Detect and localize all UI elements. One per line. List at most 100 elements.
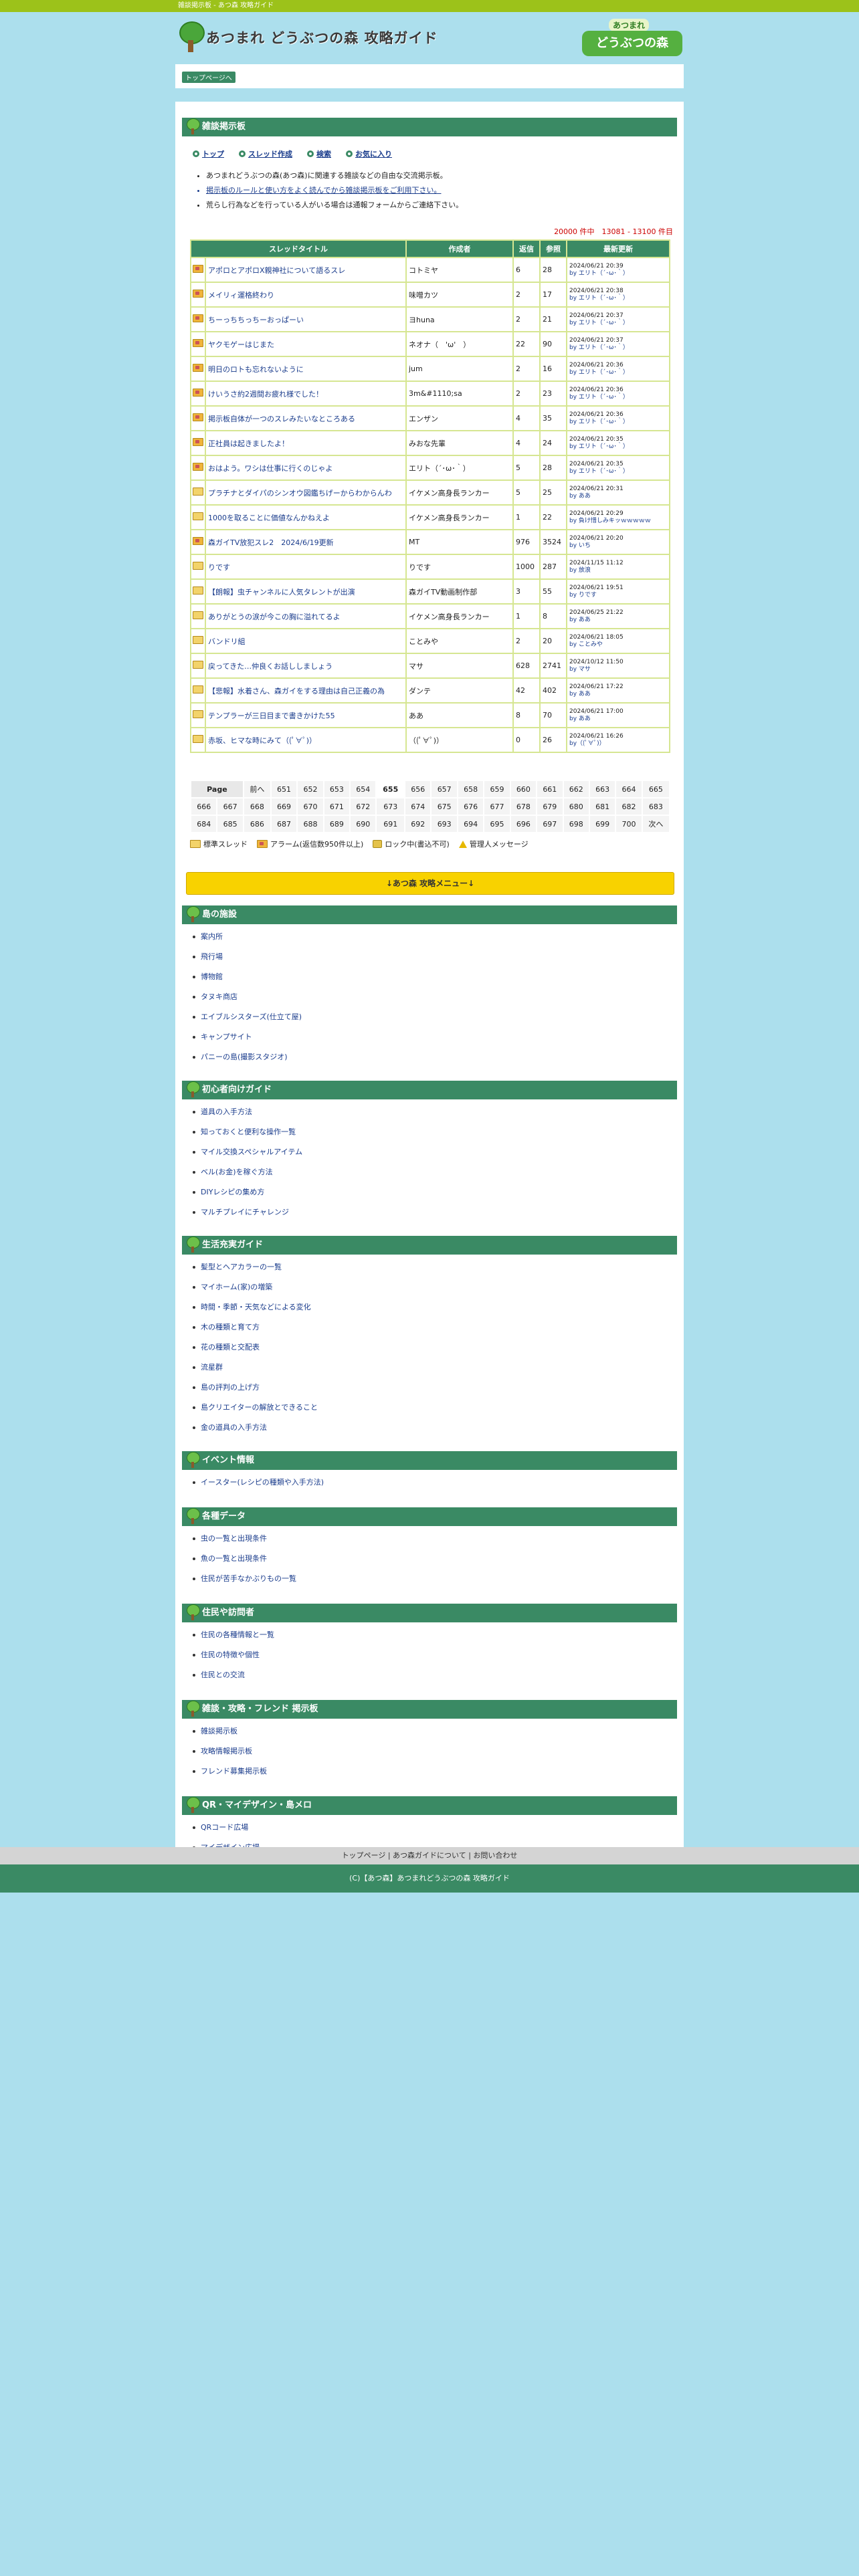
nav-search[interactable]: 検索 (307, 148, 331, 159)
nav-top[interactable]: トップ (193, 148, 224, 159)
page-link[interactable]: 675 (432, 798, 457, 815)
thread-title-link[interactable]: 戻ってきた…仲良くお話ししましょう (208, 662, 332, 671)
page-link[interactable]: 698 (563, 816, 589, 832)
page-link[interactable]: 699 (589, 816, 615, 832)
last-update-by[interactable]: by エリト（´･ω･｀） (569, 419, 667, 426)
menu-link[interactable]: キャンプサイト (201, 1033, 252, 1041)
menu-link[interactable]: 攻略情報掲示板 (201, 1747, 252, 1755)
page-link[interactable]: 670 (298, 798, 323, 815)
page-link[interactable]: 664 (616, 781, 642, 797)
thread-title-link[interactable]: おはよう。ワシは仕事に行くのじゃよ (208, 464, 332, 473)
last-update-by[interactable]: by マサ (569, 666, 667, 673)
last-update-by[interactable]: by エリト（´･ω･｀） (569, 394, 667, 401)
thread-title-link[interactable]: プラチナとダイパのシンオウ図鑑ちげーからわからんわ (208, 489, 392, 498)
page-link[interactable]: 674 (405, 798, 431, 815)
thread-title-link[interactable]: ありがとうの涙が今この胸に溢れてるよ (208, 613, 341, 621)
page-link[interactable]: 673 (377, 798, 405, 815)
page-link[interactable]: 660 (510, 781, 537, 797)
page-link[interactable]: 662 (563, 781, 589, 797)
menu-link[interactable]: ベル(お金)を稼ぐ方法 (201, 1168, 273, 1176)
menu-link[interactable]: 髪型とヘアカラーの一覧 (201, 1263, 282, 1271)
last-update-by[interactable]: by エリト（´･ω･｀） (569, 344, 667, 352)
menu-link[interactable]: QRコード広場 (201, 1823, 248, 1832)
page-link[interactable]: 680 (563, 798, 589, 815)
last-update-by[interactable]: by エリト（´･ω･｀） (569, 369, 667, 377)
page-link[interactable]: 659 (484, 781, 510, 797)
last-update-by[interactable]: by（(ﾟ∀ﾟ)） (569, 740, 667, 748)
page-link[interactable]: 695 (484, 816, 510, 832)
last-update-by[interactable]: by エリト（´･ω･｀） (569, 468, 667, 475)
menu-link[interactable]: エイブルシスターズ(仕立て屋) (201, 1012, 302, 1021)
page-link[interactable]: 665 (642, 781, 669, 797)
page-link[interactable]: 684 (191, 816, 217, 832)
menu-link[interactable]: 金の道具の入手方法 (201, 1423, 267, 1432)
last-update-by[interactable]: by ああ (569, 493, 667, 500)
page-link[interactable]: 663 (589, 781, 615, 797)
pager-next[interactable]: 次へ (642, 816, 669, 832)
menu-link[interactable]: 案内所 (201, 932, 223, 941)
last-update-by[interactable]: by 負け惜しみキッｗｗｗｗｗ (569, 518, 667, 525)
page-link[interactable]: 653 (324, 781, 350, 797)
page-link[interactable]: 692 (405, 816, 431, 832)
last-update-by[interactable]: by いち (569, 542, 667, 550)
page-link[interactable]: 661 (537, 781, 563, 797)
nav-favorites[interactable]: お気に入り (346, 148, 392, 159)
last-update-by[interactable]: by りです (569, 592, 667, 599)
page-link[interactable]: 696 (510, 816, 537, 832)
last-update-by[interactable]: by エリト（´･ω･｀） (569, 295, 667, 302)
thread-title-link[interactable]: ちーっちちっちーおっぱーい (208, 316, 304, 324)
page-link[interactable]: 669 (271, 798, 297, 815)
menu-link[interactable]: マイホーム(家)の増築 (201, 1283, 272, 1291)
thread-title-link[interactable]: 赤坂、ヒマな時にみて（(ﾟ∀ﾟ)） (208, 736, 316, 745)
page-link[interactable]: 688 (298, 816, 323, 832)
pager-prev[interactable]: 前へ (244, 781, 270, 797)
thread-title-link[interactable]: けいうさ約2週間お疲れ様でした！ (208, 390, 323, 399)
thread-title-link[interactable]: りです (208, 563, 230, 572)
last-update-by[interactable]: by エリト（´･ω･｀） (569, 320, 667, 327)
thread-title-link[interactable]: 正社員は起きましたよ！ (208, 439, 289, 448)
last-update-by[interactable]: by ああ (569, 617, 667, 624)
menu-link[interactable]: フレンド募集掲示板 (201, 1767, 267, 1776)
last-update-by[interactable]: by ああ (569, 716, 667, 723)
page-link[interactable]: 700 (616, 816, 642, 832)
page-link[interactable]: 655 (377, 781, 405, 797)
page-link[interactable]: 687 (271, 816, 297, 832)
menu-link[interactable]: 住民の各種情報と一覧 (201, 1630, 274, 1639)
thread-title-link[interactable]: メイリィ運格終わり (208, 291, 274, 300)
menu-link[interactable]: 道具の入手方法 (201, 1107, 252, 1116)
menu-link[interactable]: 流星群 (201, 1363, 223, 1372)
menu-link[interactable]: マイル交換スペシャルアイテム (201, 1148, 302, 1156)
site-logo[interactable]: あつまれ どうぶつの森 攻略ガイド (178, 21, 438, 53)
page-link[interactable]: 679 (537, 798, 563, 815)
page-link[interactable]: 676 (458, 798, 484, 815)
menu-link[interactable]: 魚の一覧と出現条件 (201, 1554, 267, 1563)
menu-link[interactable]: 住民との交流 (201, 1671, 245, 1679)
last-update-by[interactable]: by エリト（´･ω･｀） (569, 443, 667, 451)
thread-title-link[interactable]: テンプラーが三日目まで書きかけた55 (208, 712, 335, 720)
page-link[interactable]: 672 (351, 798, 376, 815)
thread-title-link[interactable]: 掲示板自体が一つのスレみたいなところある (208, 415, 355, 423)
page-link[interactable]: 652 (298, 781, 323, 797)
page-link[interactable]: 690 (351, 816, 376, 832)
page-link[interactable]: 657 (432, 781, 457, 797)
last-update-by[interactable]: by エリト（´･ω･｀） (569, 270, 667, 278)
thread-title-link[interactable]: ヤクモゲーはじまた (208, 340, 274, 349)
page-link[interactable]: 682 (616, 798, 642, 815)
thread-title-link[interactable]: 明日のロトも忘れないように (208, 365, 304, 374)
last-update-by[interactable]: by 放浪 (569, 567, 667, 574)
menu-link[interactable]: マルチプレイにチャレンジ (201, 1208, 289, 1216)
breadcrumb-top-link[interactable]: トップページへ (182, 72, 235, 83)
page-link[interactable]: 686 (244, 816, 270, 832)
last-update-by[interactable]: by ことみや (569, 641, 667, 649)
info-item-rules-link[interactable]: 掲示板のルールと使い方をよく読んでから雑談掲示板をご利用下さい。 (206, 183, 463, 198)
animal-crossing-logo[interactable]: あつまれ どうぶつの森 (582, 19, 682, 58)
page-link[interactable]: 651 (271, 781, 297, 797)
page-link[interactable]: 678 (510, 798, 537, 815)
page-link[interactable]: 668 (244, 798, 270, 815)
page-link[interactable]: 658 (458, 781, 484, 797)
thread-title-link[interactable]: バンドリ組 (208, 637, 246, 646)
page-link[interactable]: 689 (324, 816, 350, 832)
menu-link[interactable]: タヌキ商店 (201, 992, 237, 1001)
guide-menu-button[interactable]: ↓あつ森 攻略メニュー↓ (186, 872, 674, 895)
menu-link[interactable]: 島クリエイターの解放とできること (201, 1403, 318, 1412)
